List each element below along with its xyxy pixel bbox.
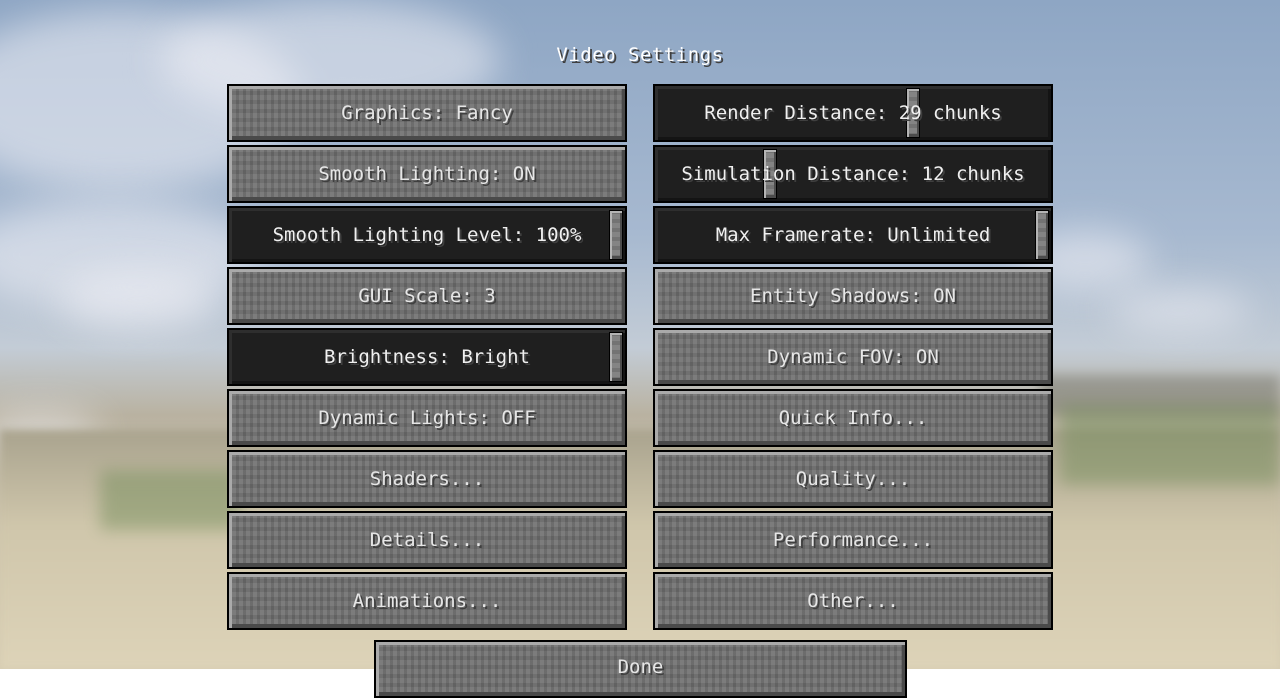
gui-scale-button-label: GUI Scale: 3 xyxy=(358,285,496,307)
shaders-button[interactable]: Shaders... xyxy=(227,450,627,508)
page-title: Video Settings xyxy=(556,44,724,66)
slider-handle[interactable] xyxy=(609,210,623,260)
slider-handle[interactable] xyxy=(1035,210,1049,260)
simulation-distance-label: Simulation Distance: 12 chunks xyxy=(681,163,1025,185)
smooth-lighting-level-label: Smooth Lighting Level: 100% xyxy=(272,224,582,246)
entity-shadows-button-label: Entity Shadows: ON xyxy=(750,285,956,307)
brightness-slider[interactable]: Brightness: Bright xyxy=(227,328,627,386)
performance-button[interactable]: Performance... xyxy=(653,511,1053,569)
quality-button-label: Quality... xyxy=(795,468,911,490)
smooth-lighting-button-label: Smooth Lighting: ON xyxy=(318,163,536,185)
entity-shadows-button[interactable]: Entity Shadows: ON xyxy=(653,267,1053,325)
simulation-distance-slider[interactable]: Simulation Distance: 12 chunks xyxy=(653,145,1053,203)
dynamic-lights-button-label: Dynamic Lights: OFF xyxy=(318,407,536,429)
gui-scale-button[interactable]: GUI Scale: 3 xyxy=(227,267,627,325)
details-button-label: Details... xyxy=(369,529,485,551)
animations-button-label: Animations... xyxy=(352,590,502,612)
brightness-label: Brightness: Bright xyxy=(324,346,530,368)
done-button-label: Done xyxy=(617,656,664,678)
smooth-lighting-level-slider[interactable]: Smooth Lighting Level: 100% xyxy=(227,206,627,264)
slider-handle[interactable] xyxy=(609,332,623,382)
details-button[interactable]: Details... xyxy=(227,511,627,569)
dynamic-lights-button[interactable]: Dynamic Lights: OFF xyxy=(227,389,627,447)
max-framerate-label: Max Framerate: Unlimited xyxy=(715,224,991,246)
graphics-button[interactable]: Graphics: Fancy xyxy=(227,84,627,142)
render-distance-slider[interactable]: Render Distance: 29 chunks xyxy=(653,84,1053,142)
max-framerate-slider[interactable]: Max Framerate: Unlimited xyxy=(653,206,1053,264)
quick-info-button[interactable]: Quick Info... xyxy=(653,389,1053,447)
world-background xyxy=(0,0,1280,669)
animations-button[interactable]: Animations... xyxy=(227,572,627,630)
quick-info-button-label: Quick Info... xyxy=(778,407,928,429)
quality-button[interactable]: Quality... xyxy=(653,450,1053,508)
render-distance-label: Render Distance: 29 chunks xyxy=(704,102,1002,124)
done-button[interactable]: Done xyxy=(374,640,907,698)
graphics-button-label: Graphics: Fancy xyxy=(341,102,513,124)
performance-button-label: Performance... xyxy=(772,529,934,551)
other-button[interactable]: Other... xyxy=(653,572,1053,630)
other-button-label: Other... xyxy=(807,590,899,612)
shaders-button-label: Shaders... xyxy=(369,468,485,490)
smooth-lighting-button[interactable]: Smooth Lighting: ON xyxy=(227,145,627,203)
dynamic-fov-button-label: Dynamic FOV: ON xyxy=(767,346,939,368)
dynamic-fov-button[interactable]: Dynamic FOV: ON xyxy=(653,328,1053,386)
